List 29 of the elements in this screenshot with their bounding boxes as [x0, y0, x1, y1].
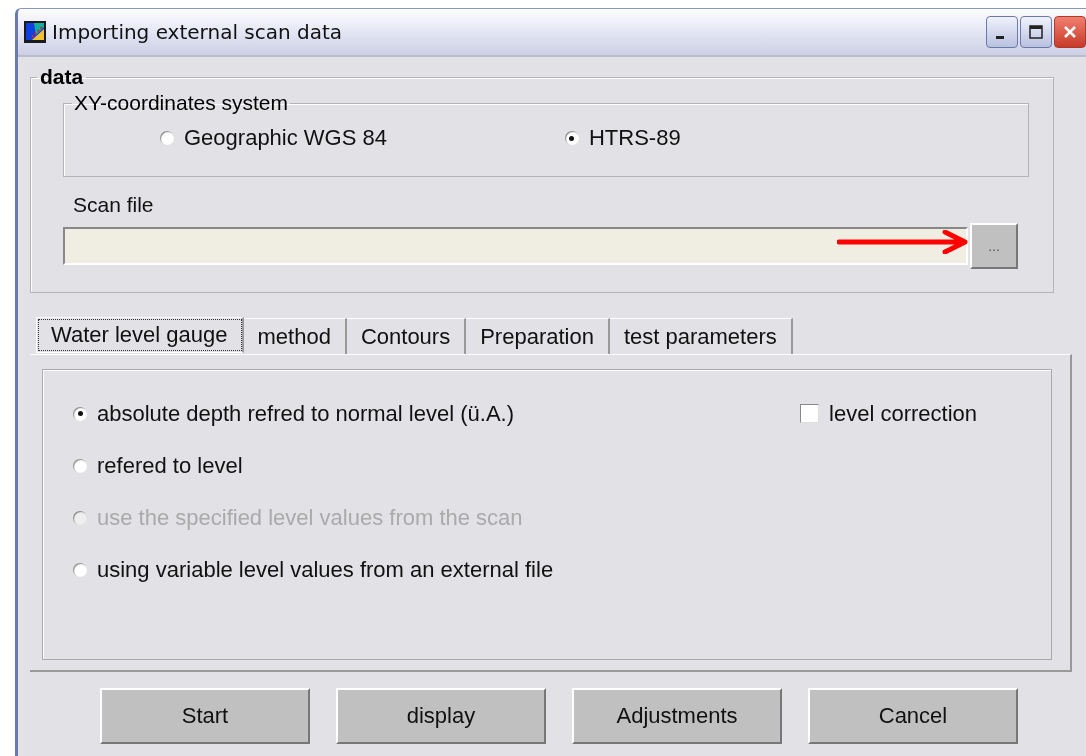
- radio-option[interactable]: refered to level: [73, 452, 554, 479]
- minimize-button[interactable]: [986, 16, 1018, 48]
- minimize-icon: [996, 36, 1004, 39]
- level-correction-checkbox[interactable]: level correction: [800, 400, 977, 427]
- tab[interactable]: test parameters: [609, 318, 793, 354]
- radio-option[interactable]: Geographic WGS 84: [160, 125, 387, 151]
- action-button[interactable]: Adjustments: [572, 688, 782, 744]
- arrow-icon: [837, 230, 969, 254]
- browse-button[interactable]: ...: [970, 223, 1018, 269]
- app-icon: [24, 21, 46, 43]
- field-label: Scan file: [73, 193, 155, 217]
- group-label: data: [39, 65, 85, 89]
- close-button[interactable]: [1054, 16, 1086, 48]
- tab[interactable]: Preparation: [466, 318, 610, 354]
- radio-option[interactable]: using variable level values from an external file: [73, 556, 554, 583]
- action-button[interactable]: display: [336, 688, 546, 744]
- radio-option[interactable]: HTRS-89: [565, 125, 681, 151]
- maximize-button[interactable]: [1020, 16, 1052, 48]
- window-title: Importing external scan data: [52, 20, 344, 44]
- action-button[interactable]: Start: [100, 688, 310, 744]
- tab[interactable]: method: [243, 318, 347, 354]
- maximize-icon: [1028, 24, 1044, 40]
- action-button[interactable]: Cancel: [808, 688, 1018, 744]
- tab[interactable]: Water level gauge: [36, 317, 244, 353]
- close-icon: [1062, 24, 1078, 40]
- radio-option[interactable]: absolute depth refred to normal level (ü.A.): [73, 400, 554, 427]
- scan-file-field[interactable]: [63, 227, 968, 265]
- tab[interactable]: Contours: [346, 318, 467, 354]
- group-label: XY-coordinates system: [73, 91, 289, 115]
